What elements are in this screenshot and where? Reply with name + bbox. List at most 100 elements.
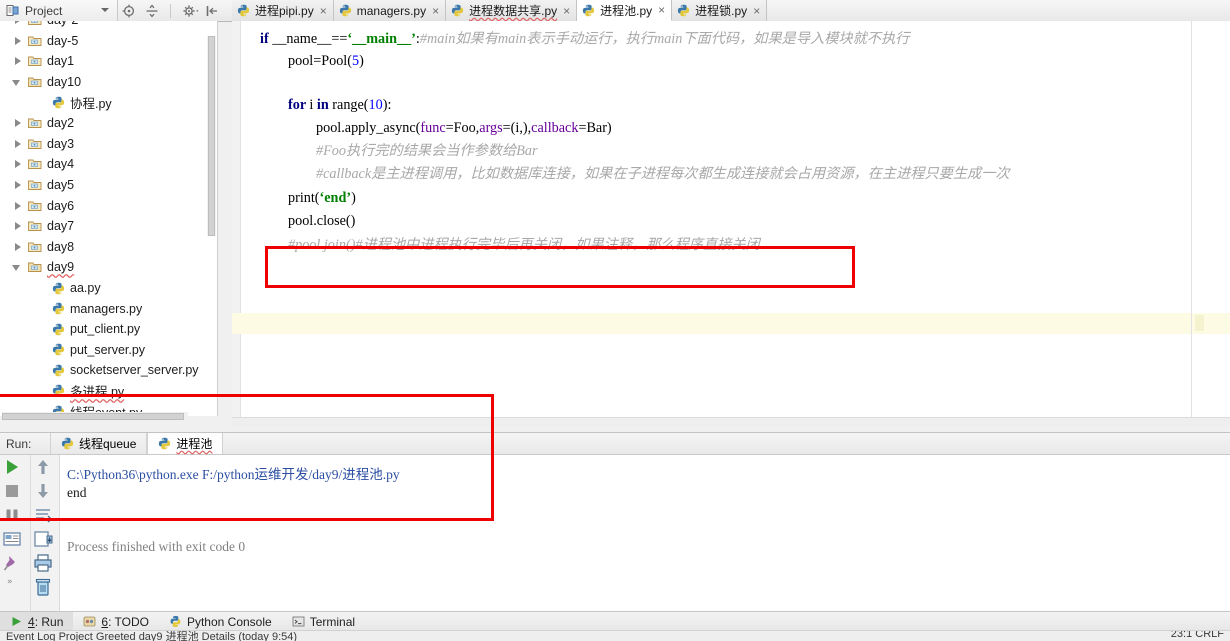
rerun-icon[interactable] [0, 455, 30, 479]
settings-gear-icon[interactable] [182, 4, 199, 18]
tree-row[interactable]: day8 [0, 237, 218, 258]
code-editor[interactable]: if __name__==‘__main__’:#main如果有main表示手动… [232, 21, 1230, 425]
editor-tab-1[interactable]: 进程pipi.py × [232, 0, 334, 21]
tree-row[interactable]: socketserver_server.py [0, 360, 218, 381]
editor-tab-4[interactable]: 进程池.py × [577, 0, 673, 21]
panel-toolbar-icons [122, 0, 219, 21]
run-tab-1[interactable]: 线程queue [50, 433, 148, 454]
chevron-right-icon[interactable] [12, 241, 23, 252]
project-tree-scroll-thumb[interactable] [208, 36, 215, 236]
chevron-right-icon[interactable] [12, 21, 23, 26]
run-console-output[interactable]: C:\Python36\python.exe F:/python运维开发/day… [60, 455, 1230, 611]
trash-icon[interactable] [31, 575, 59, 599]
project-tree-hscrollbar[interactable] [2, 412, 188, 421]
console-text: end [67, 485, 87, 500]
code-line: pool.apply_async(func=Foo,args=(i,),call… [316, 118, 612, 138]
tree-row[interactable]: put_server.py [0, 340, 218, 361]
chevron-down-icon[interactable] [12, 262, 23, 273]
soft-wrap-icon[interactable] [31, 503, 59, 527]
chevron-right-icon[interactable] [12, 35, 23, 46]
python-run-icon [158, 437, 171, 450]
code-token: #main如果有main表示手动运行，执行main下面代码，如果是导入模块就不执… [419, 31, 910, 47]
bottom-tool-3[interactable]: Python Console [159, 612, 282, 631]
tree-row[interactable]: 多进程.py [0, 381, 218, 402]
tree-row[interactable]: put_client.py [0, 319, 218, 340]
editor-marker-track-mark[interactable] [1195, 315, 1204, 331]
project-tree-hscroll-thumb[interactable] [2, 413, 184, 420]
run-tab-label: 进程池 [176, 437, 213, 451]
tree-row[interactable]: aa.py [0, 278, 218, 299]
code-token: #pool.join()#进程池中进程执行完毕后再关闭，如果注释，那么程序直接关… [288, 237, 760, 253]
project-dropdown-caret-icon[interactable] [101, 8, 109, 12]
project-panel-title: Project [25, 3, 63, 18]
close-icon[interactable]: × [563, 5, 570, 17]
project-tree[interactable]: day-2 day-5 day1 day10 协程.py day2 day3 day4 day5… [0, 21, 218, 416]
chevron-right-icon[interactable] [12, 159, 23, 170]
tree-row[interactable]: day-5 [0, 31, 218, 52]
tree-row[interactable]: day6 [0, 195, 218, 216]
tree-row-label: put_server.py [70, 342, 146, 357]
locate-target-icon[interactable] [122, 4, 136, 18]
tree-row[interactable]: 协程.py [0, 92, 218, 113]
tree-row[interactable]: day5 [0, 175, 218, 196]
editor-gutter[interactable] [232, 21, 241, 425]
project-tree-scrollbar[interactable] [207, 36, 216, 236]
python-file-icon [52, 282, 65, 295]
editor-tab-3[interactable]: 进程数据共享.py × [446, 0, 578, 21]
tree-row[interactable]: day2 [0, 113, 218, 134]
tree-row[interactable]: day10 [0, 72, 218, 93]
folder-open-icon [28, 76, 42, 88]
code-token: =Bar) [578, 120, 612, 136]
folder-icon [28, 158, 42, 170]
editor-tab-2[interactable]: managers.py × [333, 0, 447, 21]
tree-row[interactable]: day9 [0, 257, 218, 278]
code-token: =(i,), [502, 120, 532, 136]
close-icon[interactable]: × [753, 5, 760, 17]
chevron-right-icon[interactable] [12, 221, 23, 232]
editor-fold-gutter[interactable] [241, 21, 257, 425]
print-icon[interactable] [31, 551, 59, 575]
more-options-icon[interactable]: » [0, 575, 30, 587]
bottom-tool-4[interactable]: Terminal [282, 612, 365, 631]
tree-row[interactable]: managers.py [0, 298, 218, 319]
close-icon[interactable]: × [432, 5, 439, 17]
svg-text:»: » [7, 577, 13, 587]
stop-icon[interactable] [0, 479, 30, 503]
run-toolbar-right [31, 455, 60, 611]
tree-row-label: 多进程.py [70, 385, 125, 400]
code-line: for i in range(10): [288, 95, 391, 115]
pin-tab-icon[interactable] [0, 551, 30, 575]
bottom-tool-2[interactable]: 6: TODO [73, 612, 159, 631]
run-tab-2[interactable]: 进程池 [147, 433, 224, 454]
project-panel-header[interactable]: Project [0, 0, 118, 21]
tree-row[interactable]: day3 [0, 134, 218, 155]
hide-panel-icon[interactable] [205, 4, 219, 18]
chevron-down-icon[interactable] [12, 77, 23, 88]
code-content[interactable]: if __name__==‘__main__’:#main如果有main表示手动… [260, 21, 1220, 425]
scroll-up-icon[interactable] [31, 455, 59, 479]
restore-layout-icon[interactable] [0, 527, 30, 551]
chevron-right-icon[interactable] [12, 200, 23, 211]
chevron-right-icon[interactable] [12, 180, 23, 191]
collapse-all-icon[interactable] [145, 4, 159, 18]
close-icon[interactable]: × [658, 4, 665, 16]
editor-horizontal-scrollbar[interactable] [232, 417, 1230, 426]
code-token: 10 [368, 97, 383, 113]
tree-row[interactable]: day7 [0, 216, 218, 237]
bottom-tool-shortcut: 6 [101, 614, 109, 629]
chevron-right-icon[interactable] [12, 56, 23, 67]
chevron-right-icon[interactable] [12, 118, 23, 129]
close-icon[interactable]: × [320, 5, 327, 17]
export-to-file-icon[interactable] [31, 527, 59, 551]
status-bar-left-text: Event Log Project Greeted day9 进程池 Detai… [6, 631, 298, 641]
chevron-right-icon[interactable] [12, 138, 23, 149]
code-line: #callback是主进程调用，比如数据库连接，如果在子进程每次都生成连接就会占… [316, 164, 1010, 184]
tree-row[interactable]: day4 [0, 154, 218, 175]
bottom-tool-1[interactable]: 4: Run [0, 612, 74, 631]
tree-row[interactable]: day1 [0, 51, 218, 72]
pause-icon[interactable] [0, 503, 30, 527]
scroll-down-icon[interactable] [31, 479, 59, 503]
tree-row[interactable]: day-2 [0, 21, 218, 31]
editor-tab-5[interactable]: 进程锁.py × [672, 0, 768, 21]
code-token: print( [288, 190, 320, 206]
